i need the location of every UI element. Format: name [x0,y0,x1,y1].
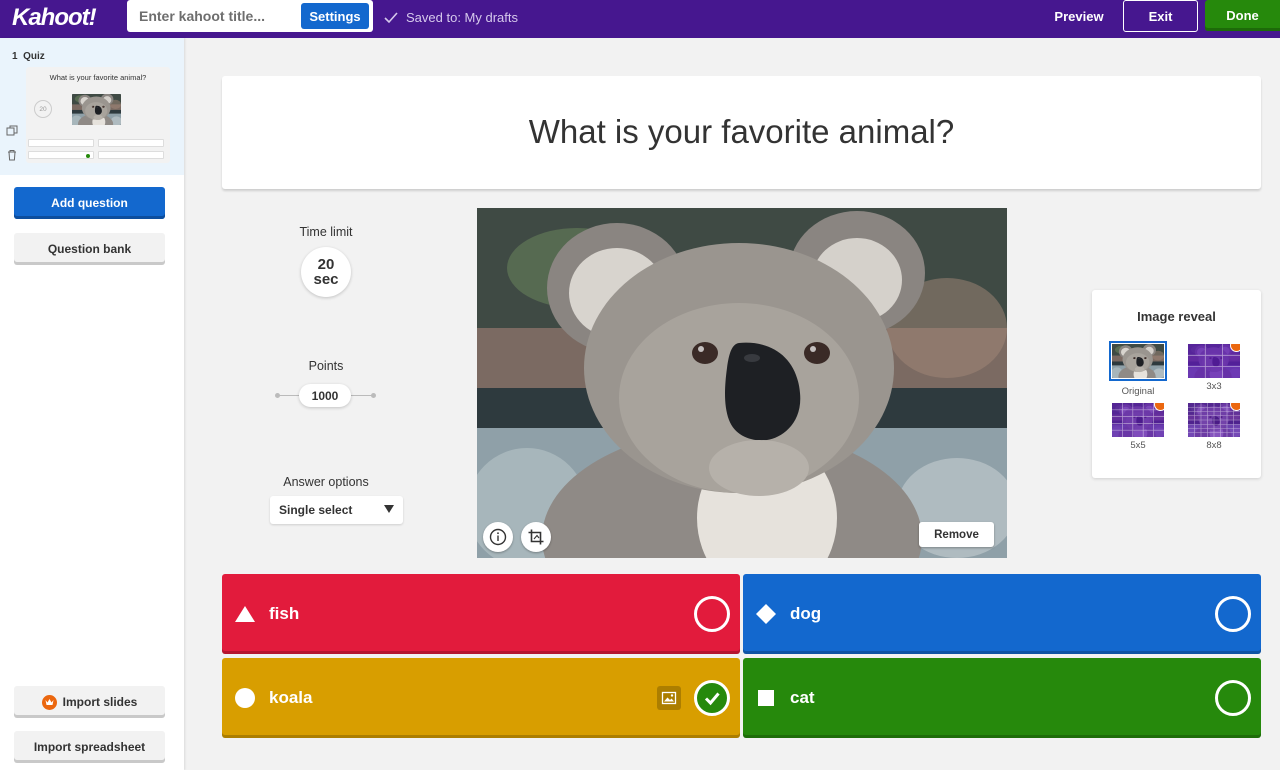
points-label: Points [308,359,344,373]
crop-icon[interactable] [521,522,551,552]
answer-options-value: Single select [279,503,353,517]
question-title-card[interactable]: What is your favorite animal? [222,76,1261,189]
duplicate-icon[interactable] [6,125,18,137]
saved-status-text: Saved to: My drafts [406,10,518,25]
points-slider-max [371,393,376,398]
done-button[interactable]: Done [1205,0,1280,31]
correct-toggle-checked[interactable] [694,680,730,716]
answer-4[interactable]: cat [743,658,1261,738]
square-icon [758,690,774,706]
answer-2[interactable]: dog [743,574,1261,654]
answer-options-select[interactable]: Single select [270,496,403,524]
reveal-option-5x5[interactable]: 5x5 [1112,403,1164,451]
question-image[interactable] [477,208,1007,558]
thumbnail-question: What is your favorite animal? [49,73,147,82]
settings-button[interactable]: Settings [301,3,369,29]
triangle-icon [235,606,255,622]
thumbnail-answer [28,151,94,159]
thumbnail-answer [98,139,164,147]
preview-button[interactable]: Preview [1040,9,1118,29]
add-image-icon[interactable] [657,686,681,710]
slide-type: Quiz [23,51,45,62]
reveal-option-8x8[interactable]: 8x8 [1188,403,1240,451]
reveal-thumbnail [1188,403,1240,437]
top-bar: Kahoot! Settings Saved to: My drafts Pre… [0,0,1280,38]
check-icon [384,11,398,23]
correct-toggle[interactable] [1215,596,1251,632]
crown-icon [41,694,57,710]
reveal-thumbnail [1112,403,1164,437]
info-icon[interactable] [483,522,513,552]
time-unit: sec [313,271,339,288]
answer-text[interactable]: cat [790,688,815,708]
reveal-thumbnail [1188,344,1240,378]
saved-status: Saved to: My drafts [384,10,518,25]
answer-text[interactable]: dog [790,604,821,624]
time-limit-selector[interactable]: 20 sec [301,247,351,297]
import-slides-label: Import slides [62,695,138,709]
question-title[interactable]: What is your favorite animal? [222,113,1261,151]
thumbnail-image [72,94,121,125]
remove-image-button[interactable]: Remove [919,522,994,547]
answer-3[interactable]: koala [222,658,740,738]
sidebar: 1 Quiz What is your favorite animal? 20 … [0,38,184,770]
exit-button[interactable]: Exit [1123,0,1198,32]
import-spreadsheet-button[interactable]: Import spreadsheet [14,731,165,763]
circle-icon [235,688,255,708]
reveal-option-label: 5x5 [1130,440,1146,451]
dropdown-arrow-icon [384,505,394,513]
add-question-button[interactable]: Add question [14,187,165,219]
reveal-option-label: 8x8 [1206,440,1222,451]
question-bank-button[interactable]: Question bank [14,233,165,265]
reveal-option-original[interactable]: Original [1109,341,1167,397]
correct-dot [86,153,90,158]
title-box: Settings [127,0,373,32]
points-slider-track [349,395,373,396]
image-reveal-title: Image reveal [1137,309,1216,324]
kahoot-title-input[interactable] [139,6,299,26]
image-reveal-panel: Image reveal Original 3x3 5x5 8x8 [1092,290,1261,478]
time-value: 20 [317,256,335,273]
correct-toggle[interactable] [1215,680,1251,716]
diamond-icon [756,604,776,624]
slide-list-item[interactable]: 1 Quiz What is your favorite animal? 20 [0,38,184,175]
thumbnail-answer [28,139,94,147]
reveal-option-3x3[interactable]: 3x3 [1188,344,1240,392]
answer-text[interactable]: koala [269,688,312,708]
answer-options-label: Answer options [283,475,369,489]
points-selector[interactable]: 1000 [299,384,351,407]
reveal-option-label: 3x3 [1206,381,1222,392]
reveal-option-label: Original [1121,386,1155,397]
thumbnail-time: 20 [34,100,52,118]
correct-toggle[interactable] [694,596,730,632]
thumbnail-answer [98,151,164,159]
slide-number: 1 [12,51,18,62]
answer-1[interactable]: fish [222,574,740,654]
trash-icon[interactable] [6,149,18,161]
kahoot-logo[interactable]: Kahoot! [12,4,97,32]
slide-thumbnail[interactable]: What is your favorite animal? 20 [26,67,170,163]
reveal-thumbnail [1109,341,1167,381]
slide-header: 1 Quiz [12,51,45,62]
time-limit-label: Time limit [299,225,353,239]
answer-text[interactable]: fish [269,604,299,624]
import-slides-button[interactable]: Import slides [14,686,165,718]
checkmark-icon [704,692,720,706]
